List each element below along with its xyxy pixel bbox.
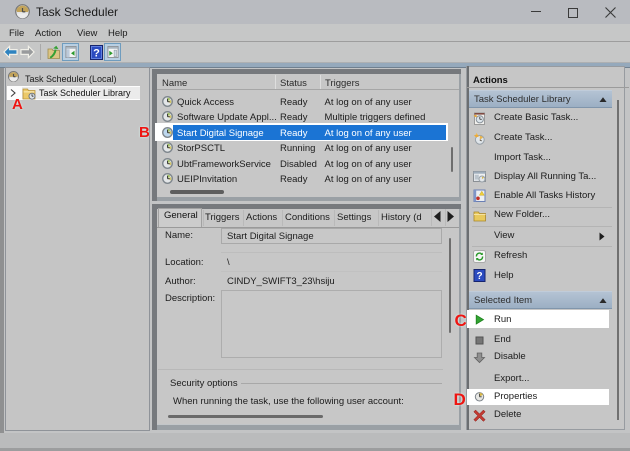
svg-text:?: ?	[476, 271, 482, 282]
svg-text:?: ?	[93, 48, 100, 60]
